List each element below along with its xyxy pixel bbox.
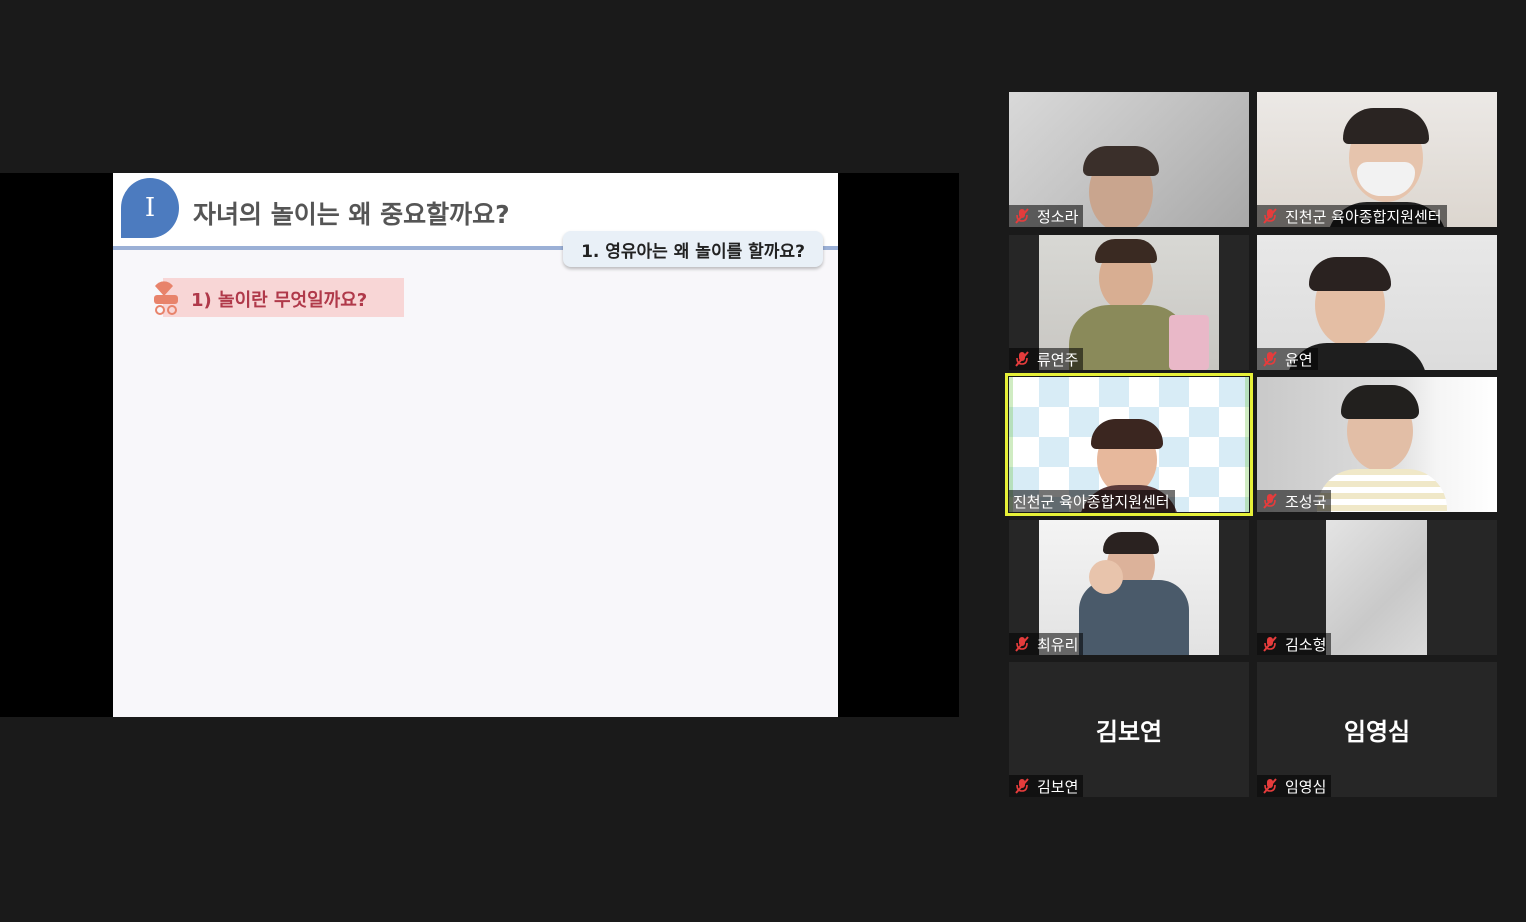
- shared-screen: I 자녀의 놀이는 왜 중요할까요? 1. 영유아는 왜 놀이를 할까요? 1)…: [0, 173, 959, 717]
- muted-mic-icon: [1015, 636, 1029, 652]
- slide-subtitle-tab: 1. 영유아는 왜 놀이를 할까요?: [563, 231, 823, 267]
- participant-name: 최유리: [1037, 635, 1079, 654]
- participant-tile[interactable]: 정소라: [1009, 92, 1249, 227]
- participant-name: 류연주: [1037, 350, 1079, 369]
- participant-tile-no-video[interactable]: 김보연 김보연: [1009, 662, 1249, 797]
- participant-video: [1326, 520, 1427, 655]
- participant-tile[interactable]: 최유리: [1009, 520, 1249, 655]
- slide-section-heading: 1) 놀이란 무엇일까요?: [154, 278, 404, 317]
- participant-name-tag: 진천군 육아종합지원센터: [1009, 490, 1175, 512]
- participant-tile-no-video[interactable]: 임영심 임영심: [1257, 662, 1497, 797]
- participant-name: 김소형: [1285, 635, 1327, 654]
- participant-name-tag: 정소라: [1009, 205, 1084, 227]
- participant-name: 김보연: [1037, 777, 1079, 796]
- participant-tile-active-speaker[interactable]: 진천군 육아종합지원센터: [1005, 373, 1253, 516]
- participant-name-tag: 최유리: [1009, 633, 1084, 655]
- participant-tile[interactable]: 김소형: [1257, 520, 1497, 655]
- participant-name-tag: 조성국: [1257, 490, 1332, 512]
- participant-tile[interactable]: 조성국: [1257, 377, 1497, 512]
- participant-tile[interactable]: 류연주: [1009, 235, 1249, 370]
- participant-name-tag: 윤연: [1257, 348, 1318, 370]
- participant-name: 진천군 육아종합지원센터: [1285, 207, 1442, 226]
- muted-mic-icon: [1015, 208, 1029, 224]
- muted-mic-icon: [1263, 208, 1277, 224]
- participant-name-tag: 진천군 육아종합지원센터: [1257, 205, 1447, 227]
- participant-name: 진천군 육아종합지원센터: [1013, 492, 1170, 511]
- participant-name-tag: 임영심: [1257, 775, 1332, 797]
- participant-name: 조성국: [1285, 492, 1327, 511]
- stroller-icon: [154, 281, 178, 315]
- slide-section-label: 1) 놀이란 무엇일까요?: [191, 290, 368, 311]
- participant-tile[interactable]: 윤연: [1257, 235, 1497, 370]
- presentation-slide: I 자녀의 놀이는 왜 중요할까요? 1. 영유아는 왜 놀이를 할까요? 1)…: [113, 173, 838, 717]
- muted-mic-icon: [1015, 778, 1029, 794]
- slide-chapter-badge: I: [121, 178, 179, 238]
- participant-tile[interactable]: 진천군 육아종합지원센터: [1257, 92, 1497, 227]
- muted-mic-icon: [1263, 351, 1277, 367]
- muted-mic-icon: [1263, 636, 1277, 652]
- participant-name-tag: 류연주: [1009, 348, 1084, 370]
- muted-mic-icon: [1263, 493, 1277, 509]
- participant-name-tag: 김소형: [1257, 633, 1332, 655]
- participant-name: 윤연: [1285, 350, 1313, 369]
- muted-mic-icon: [1263, 778, 1277, 794]
- muted-mic-icon: [1015, 351, 1029, 367]
- participant-name: 정소라: [1037, 207, 1079, 226]
- participant-name-tag: 김보연: [1009, 775, 1084, 797]
- slide-title: 자녀의 놀이는 왜 중요할까요?: [193, 200, 510, 229]
- participant-name: 임영심: [1285, 777, 1327, 796]
